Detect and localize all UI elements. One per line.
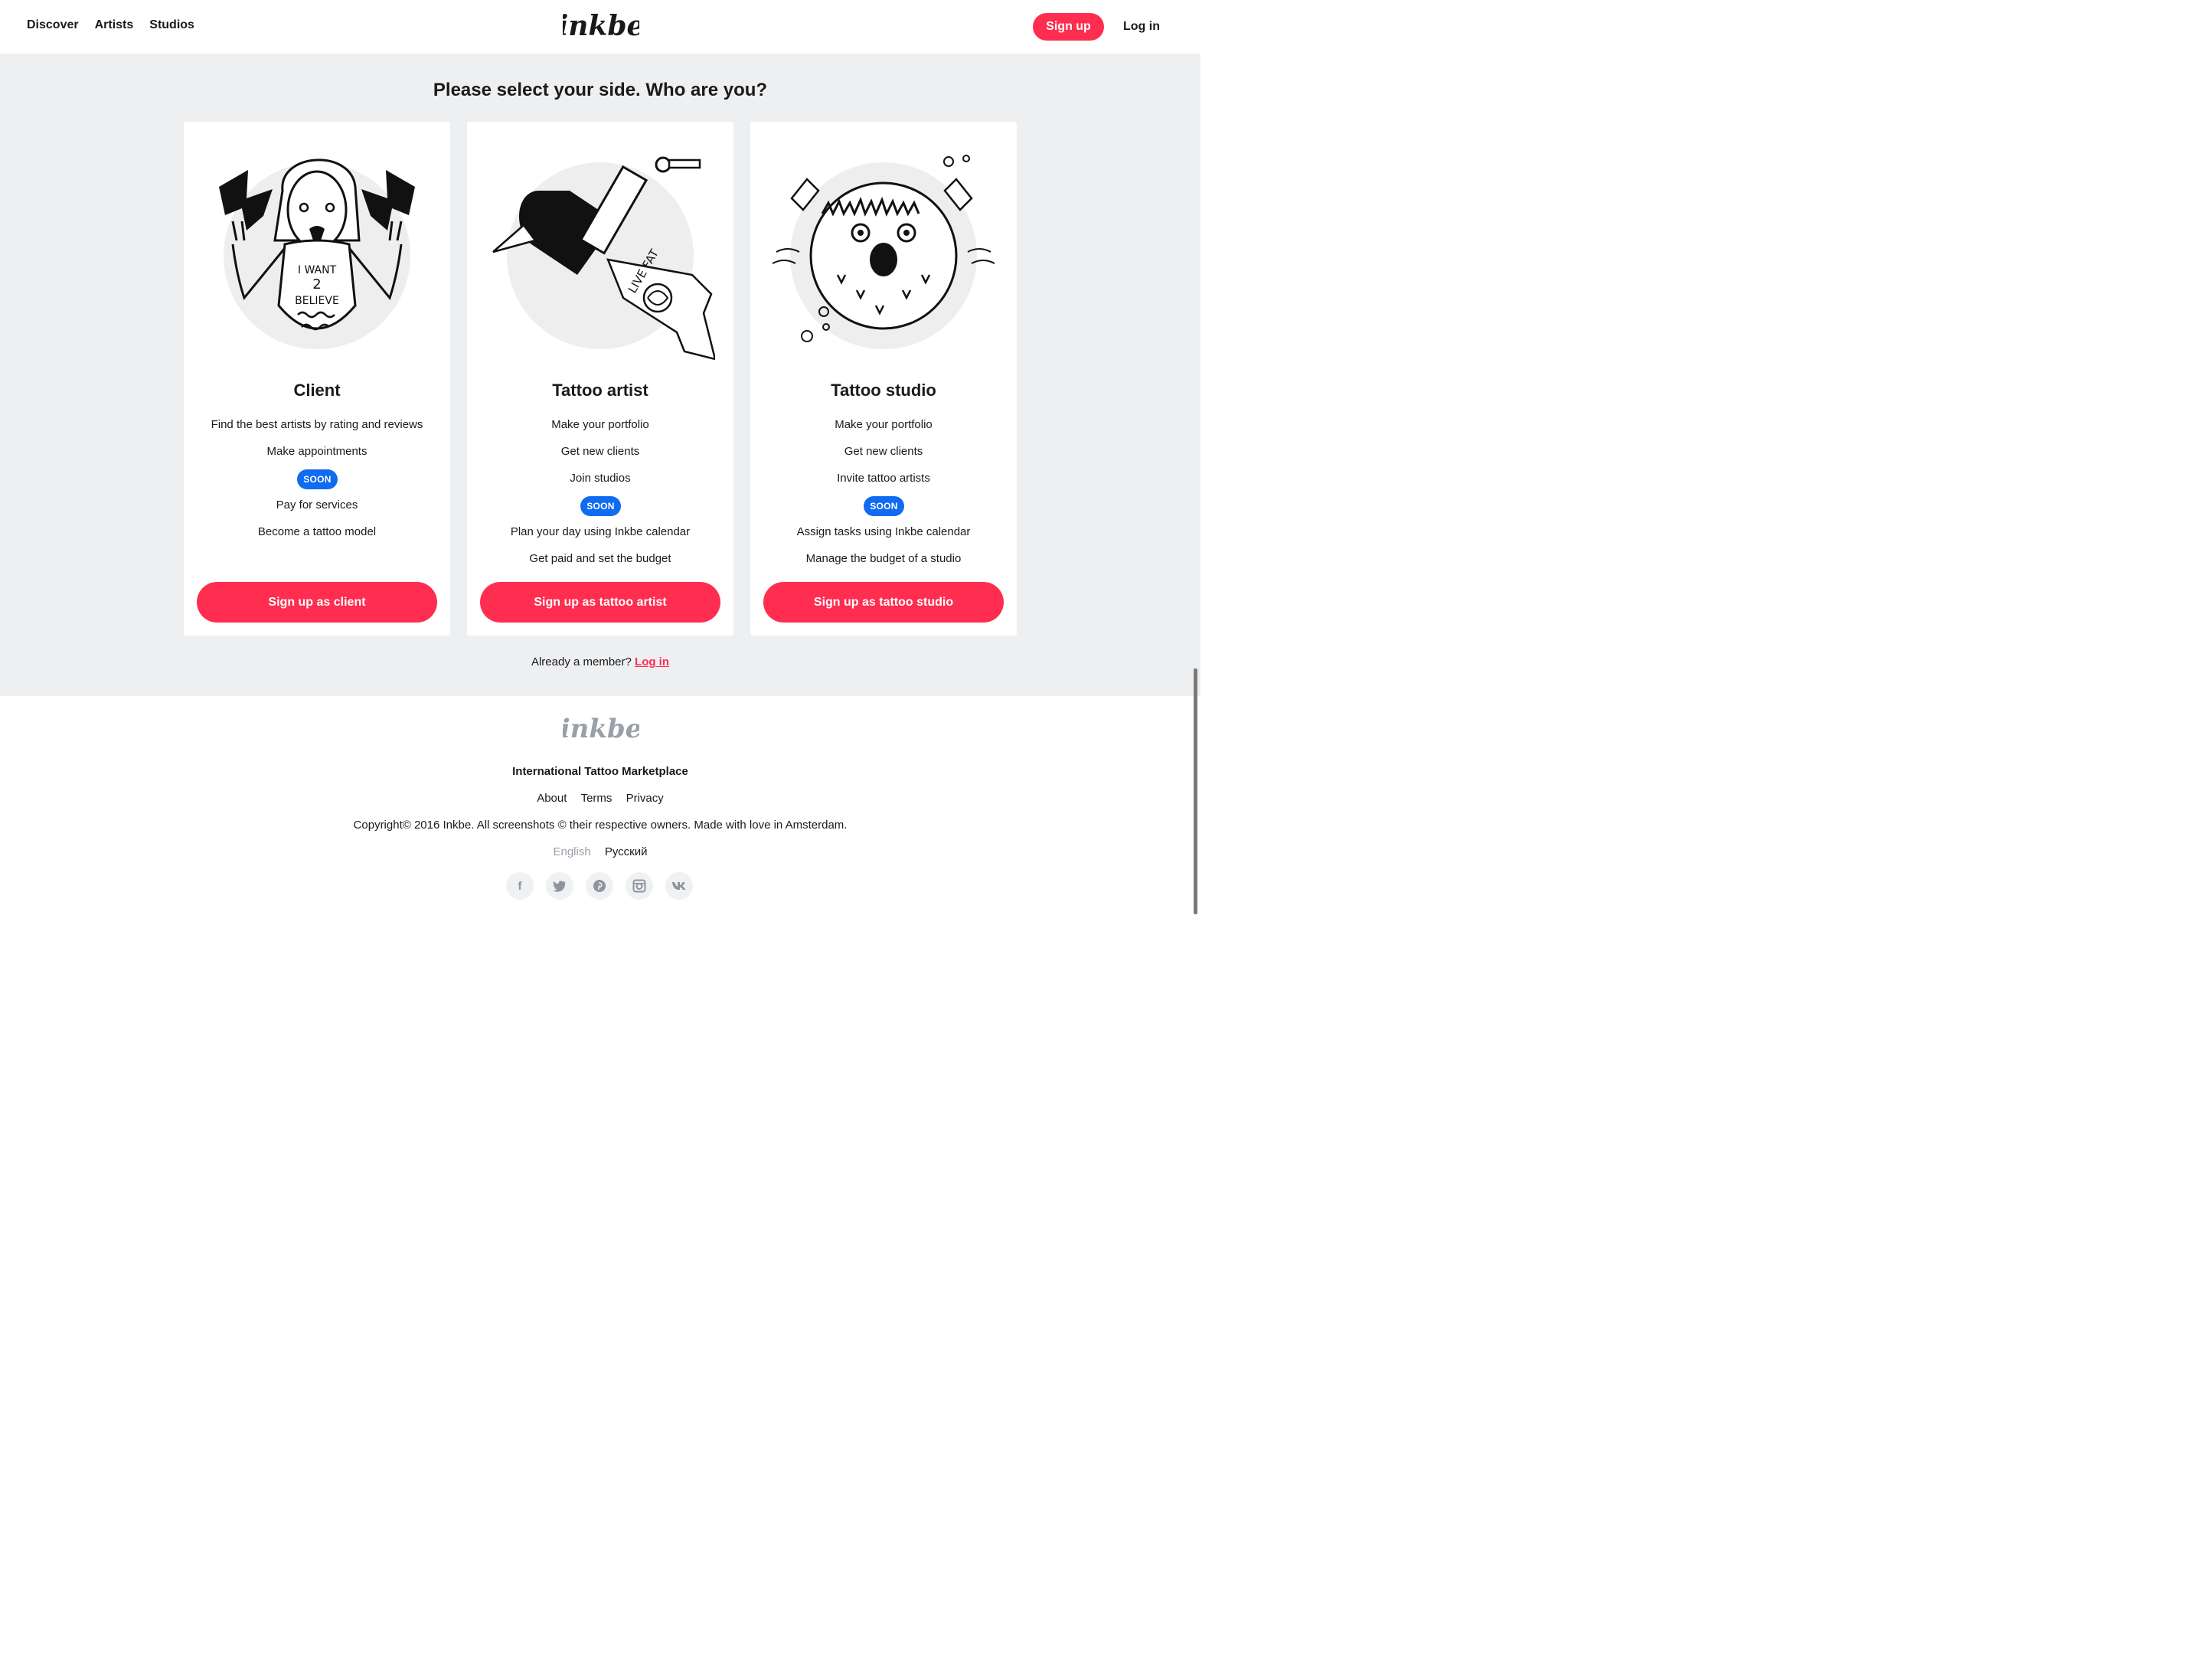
- tattoo-artist-card: LIVE FAT Tattoo artist Make your portfol…: [467, 122, 733, 636]
- shirt-text-line-3: BELIEVE: [295, 295, 339, 307]
- social-links: f: [506, 872, 693, 900]
- language-english[interactable]: English: [553, 845, 590, 858]
- language-russian[interactable]: Русский: [605, 845, 648, 858]
- nav-artists-link[interactable]: Artists: [95, 18, 134, 32]
- already-member-text: Already a member?: [531, 655, 632, 668]
- already-member-line: Already a member? Log in: [0, 655, 1200, 668]
- soon-badge: SOON: [297, 469, 338, 489]
- twitter-icon[interactable]: [546, 872, 573, 900]
- page-title: Please select your side. Who are you?: [433, 80, 768, 100]
- footer-about-link[interactable]: About: [537, 792, 567, 805]
- card-title: Client: [293, 381, 341, 400]
- top-header: Discover Artists Studios inkbe Sign up L…: [0, 0, 1200, 54]
- shirt-text-line-1: I WANT: [298, 264, 337, 276]
- header-signup-button[interactable]: Sign up: [1033, 13, 1104, 41]
- feature-text: Make your portfolio: [551, 418, 649, 431]
- footer-privacy-link[interactable]: Privacy: [626, 792, 664, 805]
- feature-text: Manage the budget of a studio: [805, 552, 962, 565]
- pinterest-icon[interactable]: [586, 872, 613, 900]
- member-login-link[interactable]: Log in: [635, 655, 669, 668]
- feature-text: Make your portfolio: [835, 418, 933, 431]
- tattoo-studio-illustration: [772, 155, 995, 349]
- feature-text: Get new clients: [844, 445, 923, 458]
- inkbe-logo[interactable]: inkbe: [563, 6, 639, 46]
- feature-text: Become a tattoo model: [257, 525, 377, 538]
- page-scrollbar[interactable]: [1194, 668, 1197, 914]
- nav-studios-link[interactable]: Studios: [149, 18, 194, 32]
- feature-text: Join studios: [570, 472, 631, 485]
- feature-text: Assign tasks using Inkbe calendar: [796, 525, 971, 538]
- nav-discover-link[interactable]: Discover: [27, 18, 79, 32]
- feature-text: Pay for services: [276, 498, 358, 512]
- logo-text: inkbe: [563, 10, 639, 42]
- vk-icon[interactable]: [665, 872, 693, 900]
- footer-logo[interactable]: inkbe: [563, 709, 639, 747]
- card-title: Tattoo artist: [552, 381, 648, 400]
- tattoo-artist-illustration: LIVE FAT: [492, 156, 715, 361]
- feature-text: Invite tattoo artists: [837, 472, 930, 485]
- footer-terms-link[interactable]: Terms: [581, 792, 612, 805]
- header-login-link[interactable]: Log in: [1123, 20, 1160, 34]
- copyright-text: Copyright© 2016 Inkbe. All screenshots ©…: [353, 819, 848, 832]
- soon-badge: SOON: [580, 496, 621, 516]
- soon-badge: SOON: [864, 496, 904, 516]
- client-card: I WANT 2 BELIEVE Client Find the best ar…: [184, 122, 450, 636]
- footer-links: About Terms Privacy: [0, 792, 1200, 805]
- signup-tattoo-artist-button[interactable]: Sign up as tattoo artist: [480, 582, 720, 623]
- feature-text: Get new clients: [560, 445, 640, 458]
- footer-tagline: International Tattoo Marketplace: [512, 765, 688, 778]
- instagram-icon[interactable]: [626, 872, 653, 900]
- shirt-text-line-2: 2: [312, 276, 321, 293]
- language-switcher: English Русский: [0, 845, 1200, 858]
- signup-tattoo-studio-button[interactable]: Sign up as tattoo studio: [763, 582, 1004, 623]
- signup-client-button[interactable]: Sign up as client: [197, 582, 437, 623]
- main-nav: Discover Artists Studios: [27, 18, 194, 32]
- tattoo-studio-card: Tattoo studio Make your portfolio Get ne…: [750, 122, 1017, 636]
- feature-text: Find the best artists by rating and revi…: [211, 418, 423, 431]
- feature-text: Make appointments: [266, 445, 368, 458]
- feature-text: Get paid and set the budget: [529, 552, 671, 565]
- feature-text: Plan your day using Inkbe calendar: [510, 525, 691, 538]
- client-illustration: I WANT 2 BELIEVE: [219, 159, 415, 349]
- facebook-icon[interactable]: f: [506, 872, 534, 900]
- footer-logo-text: inkbe: [563, 714, 639, 744]
- card-title: Tattoo studio: [831, 381, 936, 400]
